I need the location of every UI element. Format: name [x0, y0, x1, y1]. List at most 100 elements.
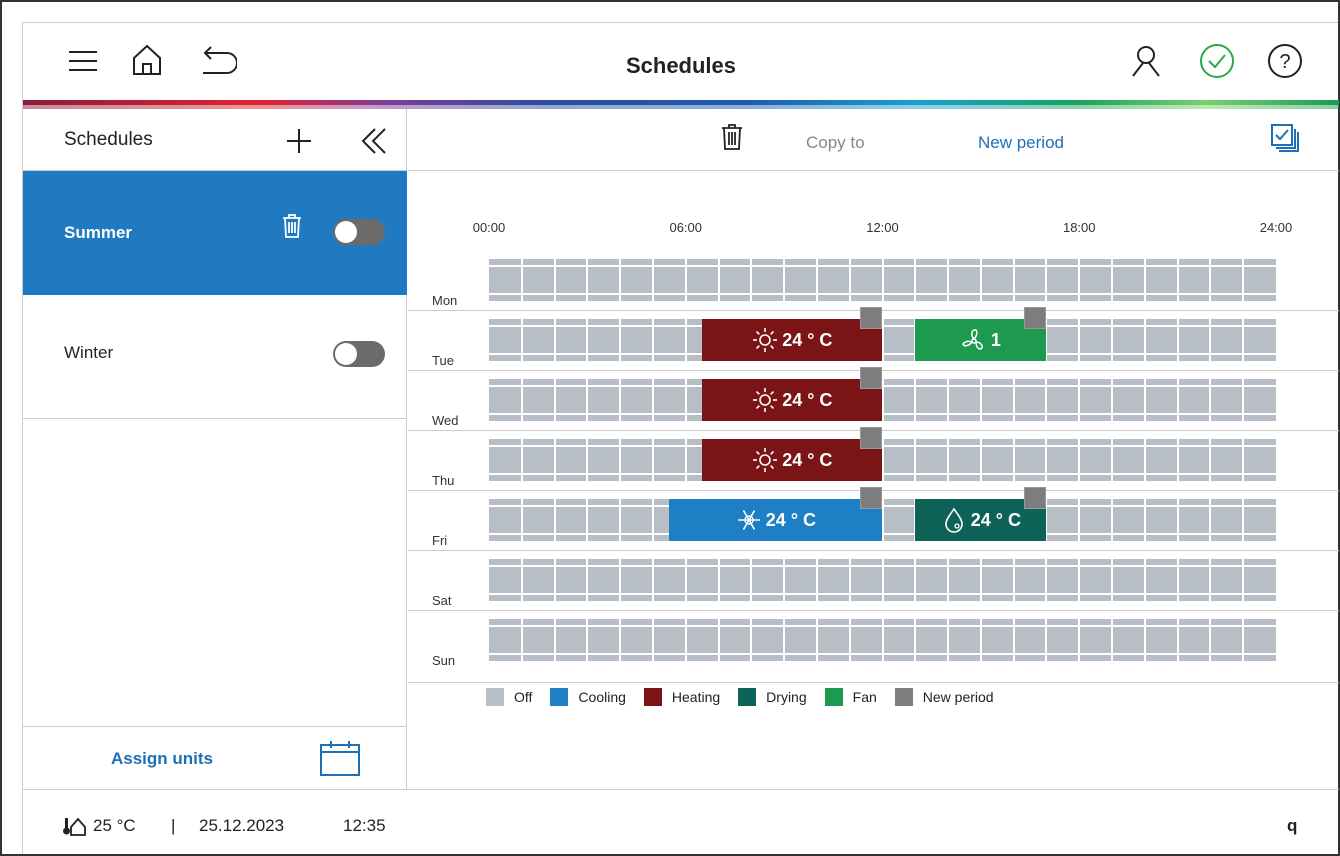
time: 12:35	[343, 816, 386, 835]
period-resize-handle[interactable]	[860, 427, 883, 449]
hour-gridline	[979, 559, 982, 601]
period-heating[interactable]: 24 ° C	[702, 427, 883, 481]
period-label: 1	[990, 329, 1001, 350]
hour-gridline	[619, 319, 622, 361]
hour-gridline	[520, 619, 523, 661]
period-drying[interactable]: 24 ° C	[915, 487, 1047, 541]
schedule-item-summer[interactable]: Summer	[23, 171, 407, 295]
trash-icon[interactable]	[720, 123, 744, 151]
toggle-knob	[335, 221, 357, 243]
hour-gridline	[1143, 439, 1146, 481]
day-track[interactable]	[489, 619, 1276, 661]
schedule-toggle[interactable]	[333, 341, 385, 367]
hour-gridline	[1078, 379, 1081, 421]
new-period-button[interactable]: New period	[978, 133, 1064, 153]
hour-gridline	[979, 619, 982, 661]
period-label: 24 ° C	[782, 449, 833, 470]
hour-gridline	[586, 439, 589, 481]
hour-gridline	[520, 319, 523, 361]
help-icon[interactable]: ?	[1267, 43, 1303, 79]
legend-item: Off	[486, 688, 532, 706]
hour-gridline	[684, 379, 687, 421]
toolbar: Copy to New period	[408, 109, 1339, 171]
legend-item: Drying	[738, 688, 807, 706]
trash-icon[interactable]	[281, 213, 303, 239]
period-resize-handle[interactable]	[860, 307, 883, 329]
drop-icon	[944, 507, 963, 533]
hour-gridline	[1176, 559, 1179, 601]
hour-gridline	[783, 559, 786, 601]
period-resize-handle[interactable]	[860, 367, 883, 389]
header: Schedules ?	[23, 23, 1339, 100]
day-track[interactable]	[489, 259, 1276, 301]
day-row-thu: Thu 24 ° C	[408, 427, 1339, 491]
hour-gridline	[1176, 499, 1179, 541]
day-row-tue: Tue 24 ° C 1	[408, 307, 1339, 371]
hour-gridline	[979, 259, 982, 301]
hour-gridline	[651, 559, 654, 601]
day-track[interactable]	[489, 379, 1276, 421]
grid-divider	[408, 682, 1339, 683]
indoor-temperature-icon	[63, 817, 86, 836]
schedule-name: Summer	[64, 223, 133, 242]
day-track[interactable]	[489, 559, 1276, 601]
day-track[interactable]	[489, 319, 1276, 361]
period-heating[interactable]: 24 ° C	[702, 367, 883, 421]
sun-icon	[753, 328, 778, 352]
day-track[interactable]	[489, 499, 1276, 541]
period-heating[interactable]: 24 ° C	[702, 307, 883, 361]
hour-gridline	[1242, 499, 1245, 541]
schedule-item-winter[interactable]: Winter	[23, 295, 407, 419]
period-resize-handle[interactable]	[1024, 307, 1047, 329]
hour-gridline	[1143, 619, 1146, 661]
period-resize-handle[interactable]	[1024, 487, 1047, 509]
hour-gridline	[1209, 439, 1212, 481]
hour-gridline	[1111, 439, 1114, 481]
day-label: Sat	[432, 593, 452, 608]
copy-to-button[interactable]: Copy to	[806, 133, 865, 153]
select-all-icon[interactable]	[1270, 123, 1300, 153]
period-resize-handle[interactable]	[860, 487, 883, 509]
hour-gridline	[815, 619, 818, 661]
schedule-toggle[interactable]	[333, 219, 385, 245]
collapse-icon[interactable]	[359, 127, 389, 155]
hour-gridline	[947, 559, 950, 601]
user-icon[interactable]	[1131, 45, 1161, 77]
hour-gridline	[1111, 319, 1114, 361]
hour-gridline	[914, 259, 917, 301]
assign-units-button[interactable]: Assign units	[111, 749, 213, 769]
schedule-name: Winter	[64, 343, 114, 362]
hour-gridline	[684, 259, 687, 301]
sidebar-footer: Assign units	[23, 726, 407, 789]
day-track[interactable]	[489, 439, 1276, 481]
legend-label: Drying	[766, 689, 807, 705]
hour-gridline	[553, 319, 556, 361]
period-label: 24 ° C	[970, 509, 1021, 530]
hour-gridline	[520, 259, 523, 301]
hour-gridline	[914, 379, 917, 421]
status-check-icon[interactable]	[1199, 43, 1235, 79]
add-icon[interactable]	[285, 127, 313, 155]
hour-gridline	[1143, 319, 1146, 361]
hour-gridline	[1209, 559, 1212, 601]
day-label: Fri	[432, 533, 448, 548]
hour-gridline	[1111, 259, 1114, 301]
hour-gridline	[553, 559, 556, 601]
legend-label: Off	[514, 689, 533, 705]
hour-gridline	[1012, 259, 1015, 301]
hour-gridline	[619, 379, 622, 421]
hour-gridline	[1176, 619, 1179, 661]
sidebar-header: Schedules	[23, 109, 407, 171]
hour-gridline	[947, 439, 950, 481]
day-label: Thu	[432, 473, 455, 488]
calendar-icon[interactable]	[319, 739, 361, 777]
status-bar: 25 °C | 25.12.2023 12:35 q	[23, 789, 1339, 855]
period-fan[interactable]: 1	[915, 307, 1047, 361]
period-cooling[interactable]: 24 ° C	[669, 487, 883, 541]
hour-gridline	[651, 499, 654, 541]
hour-gridline	[553, 619, 556, 661]
hour-gridline	[553, 499, 556, 541]
hour-gridline	[1078, 259, 1081, 301]
hour-gridline	[1242, 619, 1245, 661]
fan-icon	[962, 329, 983, 350]
